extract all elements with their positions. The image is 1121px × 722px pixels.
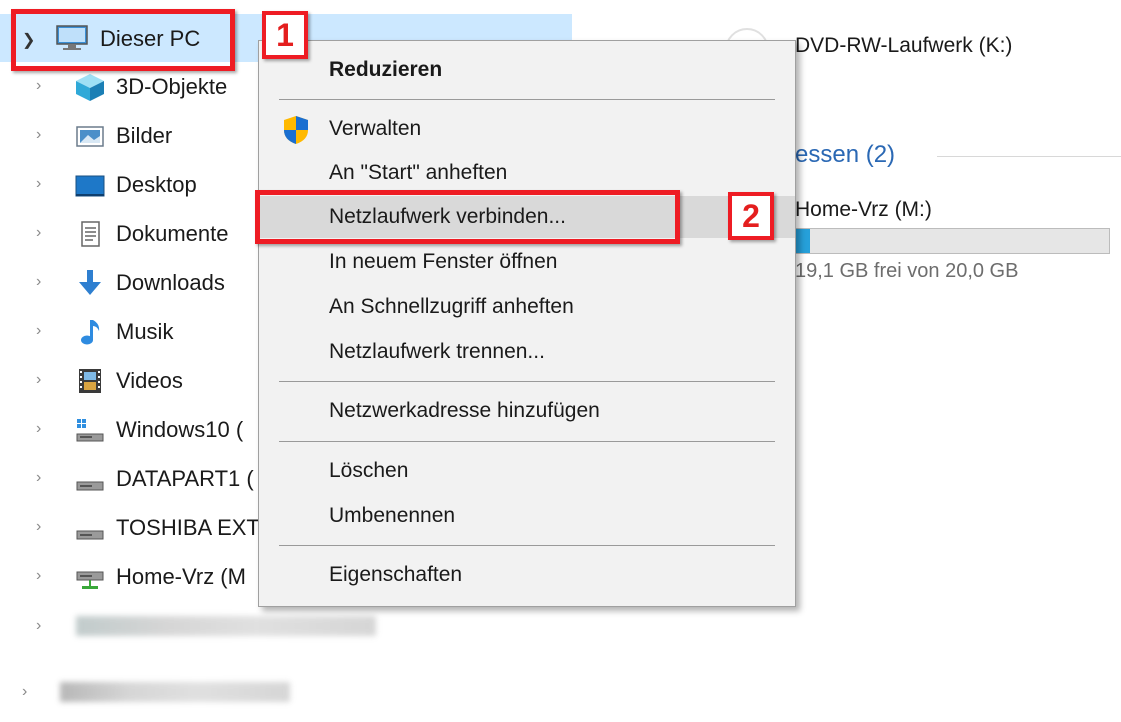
menu-item-pin-start[interactable]: An "Start" anheften (259, 152, 795, 194)
menu-item-label: Reduzieren (329, 58, 443, 81)
menu-separator (279, 545, 775, 546)
drive-icon (76, 530, 104, 540)
tree-item-label: Windows10 ( (116, 417, 244, 442)
highlight-box-step1 (11, 9, 235, 71)
chevron-right-icon[interactable]: › (36, 372, 50, 388)
uac-shield-icon (284, 116, 308, 144)
menu-item-add-network-location[interactable]: Netzwerkadresse hinzufügen (259, 390, 795, 432)
tree-item-blurred[interactable]: › (0, 606, 575, 646)
system-drive-icon (76, 419, 104, 442)
tree-item-label: DATAPART1 ( (116, 466, 254, 491)
menu-item-open-new-window[interactable]: In neuem Fenster öffnen (259, 241, 795, 283)
menu-item-manage[interactable]: Verwalten (259, 108, 795, 150)
section-divider (937, 156, 1121, 157)
menu-separator (279, 99, 775, 100)
step-number-badge-2: 2 (728, 192, 774, 240)
tree-item-label: 3D-Objekte (116, 74, 228, 99)
menu-item-label: Löschen (329, 459, 409, 482)
menu-item-label: An "Start" anheften (329, 161, 508, 184)
menu-separator (279, 381, 775, 382)
chevron-right-icon[interactable]: › (36, 78, 50, 94)
tree-item-label: Home-Vrz (M (116, 564, 246, 589)
chevron-right-icon[interactable]: › (36, 323, 50, 339)
documents-icon (81, 221, 100, 247)
menu-item-label: Verwalten (329, 117, 422, 140)
desktop-icon (75, 175, 105, 197)
chevron-right-icon[interactable]: › (36, 225, 50, 241)
chevron-right-icon[interactable]: › (36, 519, 50, 535)
menu-item-delete[interactable]: Löschen (259, 450, 795, 492)
menu-item-label: Netzwerkadresse hinzufügen (329, 399, 600, 422)
dvd-drive-label[interactable]: DVD-RW-Laufwerk (K:) (795, 34, 1012, 58)
menu-item-label: In neuem Fenster öffnen (329, 250, 558, 273)
menu-item-disconnect-network-drive[interactable]: Netzlaufwerk trennen... (259, 331, 795, 373)
blurred-content (60, 682, 290, 702)
menu-item-pin-quick-access[interactable]: An Schnellzugriff anheften (259, 286, 795, 328)
chevron-right-icon[interactable]: › (36, 127, 50, 143)
network-drive-icon (76, 571, 104, 589)
menu-item-label: An Schnellzugriff anheften (329, 295, 574, 318)
tree-item-label: Desktop (116, 172, 197, 197)
music-note-icon (81, 320, 100, 345)
storage-usage-fill (796, 229, 811, 253)
network-drive-label[interactable]: Home-Vrz (M:) (795, 198, 932, 222)
chevron-right-icon[interactable]: › (36, 176, 50, 192)
highlight-box-step2 (255, 190, 680, 244)
tree-item-label: Dokumente (116, 221, 229, 246)
drive-icon (76, 481, 104, 491)
blurred-content (76, 616, 376, 636)
tree-item-label: Videos (116, 368, 183, 393)
free-space-text: 19,1 GB frei von 20,0 GB (795, 260, 1019, 282)
chevron-right-icon[interactable]: › (36, 421, 50, 437)
section-network-locations-title[interactable]: essen (2) (795, 141, 895, 169)
context-menu: Reduzieren Verwalten An "Start" anheften… (258, 40, 796, 607)
cube-3d-icon (76, 74, 104, 101)
tree-item-label: Bilder (116, 123, 173, 148)
menu-item-rename[interactable]: Umbenennen (259, 495, 795, 537)
chevron-right-icon[interactable]: › (36, 618, 50, 634)
tree-item-label: TOSHIBA EXT (116, 515, 260, 540)
tree-item-label: Downloads (116, 270, 225, 295)
menu-item-label: Netzlaufwerk trennen... (329, 340, 545, 363)
menu-item-label: Eigenschaften (329, 563, 463, 586)
tree-item-label: Musik (116, 319, 174, 344)
menu-separator (279, 441, 775, 442)
tree-item-blurred[interactable]: › (0, 672, 575, 712)
chevron-right-icon[interactable]: › (36, 274, 50, 290)
chevron-right-icon[interactable]: › (36, 470, 50, 486)
pictures-icon (76, 126, 104, 147)
step-number-badge-1: 1 (262, 11, 308, 59)
menu-item-label: Umbenennen (329, 504, 456, 527)
download-arrow-icon (79, 270, 101, 295)
menu-item-properties[interactable]: Eigenschaften (259, 554, 795, 596)
chevron-right-icon[interactable]: › (36, 568, 50, 584)
storage-usage-bar (795, 228, 1110, 254)
chevron-right-icon[interactable]: › (22, 684, 36, 700)
film-icon (79, 369, 101, 393)
menu-item-collapse[interactable]: Reduzieren (259, 49, 795, 91)
